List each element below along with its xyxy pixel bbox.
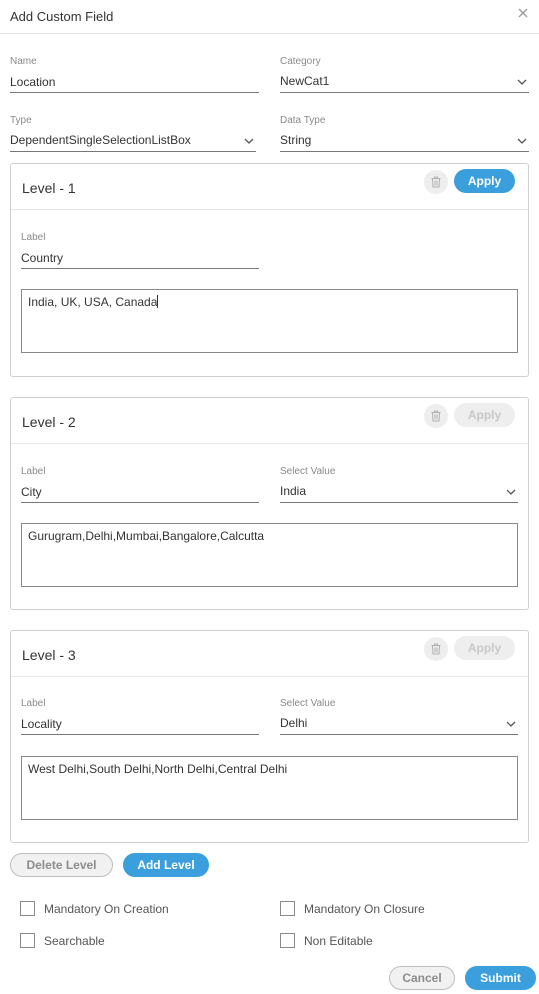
name-input[interactable] [10, 71, 259, 93]
apply-level-3-button[interactable]: Apply [454, 636, 515, 660]
add-level-button[interactable]: Add Level [123, 853, 209, 877]
data-type-value: String [280, 133, 312, 147]
dialog-title: Add Custom Field [10, 9, 114, 24]
level-2-label-input[interactable] [21, 481, 259, 503]
level-3-values-text: West Delhi,South Delhi,North Delhi,Centr… [28, 762, 288, 776]
mandatory-on-creation-checkbox[interactable] [20, 901, 35, 916]
data-type-select[interactable]: String [280, 130, 529, 152]
searchable-label: Searchable [44, 934, 105, 948]
cancel-button[interactable]: Cancel [389, 966, 455, 990]
level-2-values-textarea[interactable]: Gurugram,Delhi,Mumbai,Bangalore,Calcutta [21, 523, 518, 587]
type-value: DependentSingleSelectionListBox [10, 133, 191, 147]
mandatory-on-creation-label: Mandatory On Creation [44, 902, 169, 916]
chevron-down-icon [506, 489, 516, 495]
level-title: Level - 2 [22, 414, 76, 430]
text-cursor [157, 295, 159, 308]
delete-level-3-button[interactable] [424, 637, 448, 661]
category-select[interactable]: NewCat1 [280, 71, 529, 93]
level-label-caption: Label [21, 698, 46, 709]
level-2-select-value[interactable]: India [280, 481, 518, 503]
chevron-down-icon [517, 138, 527, 144]
close-icon[interactable] [516, 6, 530, 20]
delete-level-button[interactable]: Delete Level [10, 853, 113, 877]
level-header: Level - 3 Apply [11, 631, 528, 677]
level-3-select-text: Delhi [280, 716, 308, 730]
non-editable-label: Non Editable [304, 934, 373, 948]
data-type-label: Data Type [280, 115, 326, 126]
trash-icon [431, 176, 441, 188]
level-1-values-text: India, UK, USA, Canada [28, 295, 158, 309]
category-label: Category [280, 56, 321, 67]
level-title: Level - 1 [22, 180, 76, 196]
level-2-values-text: Gurugram,Delhi,Mumbai,Bangalore,Calcutta [28, 529, 265, 543]
type-select[interactable]: DependentSingleSelectionListBox [10, 130, 256, 152]
level-header: Level - 2 Apply [11, 398, 528, 444]
non-editable-checkbox[interactable] [280, 933, 295, 948]
level-header: Level - 1 Apply [11, 164, 528, 210]
level-card-1: Level - 1 Apply Label India, UK, USA, Ca… [10, 163, 529, 377]
level-label-caption: Label [21, 232, 46, 243]
submit-button[interactable]: Submit [465, 966, 536, 990]
dialog-header: Add Custom Field [0, 0, 539, 34]
trash-icon [431, 410, 441, 422]
apply-level-2-button[interactable]: Apply [454, 403, 515, 427]
delete-level-1-button[interactable] [424, 170, 448, 194]
level-1-values-textarea[interactable]: India, UK, USA, Canada [21, 289, 518, 353]
level-3-label-input[interactable] [21, 713, 259, 735]
chevron-down-icon [517, 79, 527, 85]
apply-level-1-button[interactable]: Apply [454, 169, 515, 193]
level-title: Level - 3 [22, 647, 76, 663]
name-label: Name [10, 56, 37, 67]
select-value-caption: Select Value [280, 698, 336, 709]
mandatory-on-closure-checkbox[interactable] [280, 901, 295, 916]
delete-level-2-button[interactable] [424, 404, 448, 428]
select-value-caption: Select Value [280, 466, 336, 477]
level-2-select-text: India [280, 484, 307, 498]
level-3-values-textarea[interactable]: West Delhi,South Delhi,North Delhi,Centr… [21, 756, 518, 820]
type-label: Type [10, 115, 32, 126]
searchable-checkbox[interactable] [20, 933, 35, 948]
chevron-down-icon [244, 138, 254, 144]
level-1-label-input[interactable] [21, 247, 259, 269]
category-value: NewCat1 [280, 74, 330, 88]
level-card-3: Level - 3 Apply Label Select Value Delhi… [10, 630, 529, 843]
mandatory-on-closure-label: Mandatory On Closure [304, 902, 425, 916]
chevron-down-icon [506, 721, 516, 727]
level-3-select-value[interactable]: Delhi [280, 713, 518, 735]
level-card-2: Level - 2 Apply Label Select Value India… [10, 397, 529, 610]
level-label-caption: Label [21, 466, 46, 477]
trash-icon [431, 643, 441, 655]
